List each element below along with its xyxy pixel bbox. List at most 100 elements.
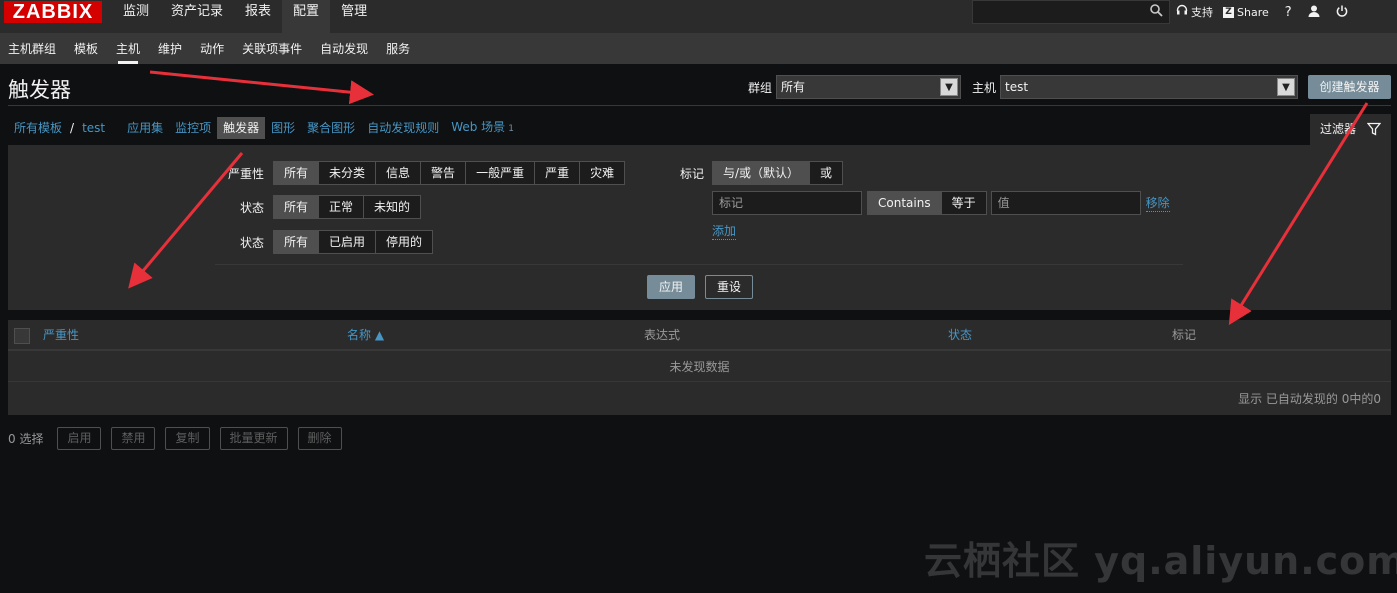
sub-menu-maintenance[interactable]: 维护 xyxy=(150,34,192,64)
filter-tab[interactable]: 过滤器 xyxy=(1310,114,1391,145)
breadcrumb-all-templates[interactable]: 所有模板 xyxy=(8,117,68,139)
tab-web-scenarios-label: Web 场景 xyxy=(451,120,506,134)
main-menu-inventory[interactable]: 资产记录 xyxy=(160,0,234,34)
sub-menu-services[interactable]: 服务 xyxy=(378,34,420,64)
sub-menu-actions[interactable]: 动作 xyxy=(192,34,234,64)
profile-link[interactable] xyxy=(1308,5,1320,20)
severity-option-information[interactable]: 信息 xyxy=(376,162,422,184)
tags-mode-or[interactable]: 或 xyxy=(810,162,843,184)
breadcrumb-host[interactable]: test xyxy=(76,117,111,139)
tab-web-scenarios[interactable]: Web 场景 1 xyxy=(445,116,520,140)
tag-value-input[interactable]: 值 xyxy=(990,191,1141,215)
severity-row: 严重性 所有 未分类 信息 警告 一般严重 严重 灾难 xyxy=(208,161,626,185)
group-select[interactable]: 所有 ▼ xyxy=(776,75,962,99)
tab-triggers[interactable]: 触发器 xyxy=(217,117,266,139)
severity-option-all[interactable]: 所有 xyxy=(274,162,320,184)
share-icon: Z xyxy=(1223,6,1234,18)
severity-option-disaster[interactable]: 灾难 xyxy=(580,162,625,184)
chevron-down-icon: ▼ xyxy=(1277,78,1296,96)
support-link[interactable]: 支持 xyxy=(1176,4,1213,20)
tag-operator-contains[interactable]: Contains xyxy=(868,192,942,214)
tab-graphs[interactable]: 图形 xyxy=(265,117,301,139)
table-footer-count: 显示 已自动发现的 0中的0 xyxy=(1238,392,1381,406)
tags-row: 标记 与/或（默认） 或 xyxy=(648,161,844,185)
zabbix-logo[interactable]: ZABBIX xyxy=(4,1,102,23)
tag-operator-segmented: Contains 等于 xyxy=(867,191,987,215)
severity-option-high[interactable]: 严重 xyxy=(535,162,581,184)
state-row: 状态 所有 正常 未知的 xyxy=(208,195,422,219)
tab-screens[interactable]: 聚合图形 xyxy=(301,117,361,139)
state-option-normal[interactable]: 正常 xyxy=(319,196,365,218)
filter-tab-label: 过滤器 xyxy=(1320,122,1357,136)
state-option-all[interactable]: 所有 xyxy=(274,196,320,218)
column-status[interactable]: 状态 xyxy=(948,320,972,351)
sub-menu-host-groups[interactable]: 主机群组 xyxy=(0,34,66,64)
headset-icon xyxy=(1176,4,1188,20)
tags-label: 标记 xyxy=(679,166,704,181)
status-option-disabled[interactable]: 停用的 xyxy=(376,231,433,253)
add-tag-link[interactable]: 添加 xyxy=(712,222,737,240)
status-option-enabled[interactable]: 已启用 xyxy=(319,231,377,253)
help-link[interactable]: ? xyxy=(1285,5,1292,20)
main-menu-monitoring[interactable]: 监测 xyxy=(112,0,160,34)
tab-items[interactable]: 监控项 xyxy=(169,117,217,139)
logout-link[interactable] xyxy=(1336,5,1348,20)
header-divider xyxy=(8,105,1391,106)
power-icon xyxy=(1336,5,1348,20)
enable-button[interactable]: 启用 xyxy=(57,427,102,450)
state-option-unknown[interactable]: 未知的 xyxy=(364,196,421,218)
breadcrumb: 所有模板 / test 应用集 监控项 触发器 图形 聚合图形 自动发现规则 W… xyxy=(8,117,520,139)
severity-option-warning[interactable]: 警告 xyxy=(421,162,467,184)
delete-button[interactable]: 删除 xyxy=(297,427,342,450)
tags-mode-and-or[interactable]: 与/或（默认） xyxy=(713,162,811,184)
status-option-all[interactable]: 所有 xyxy=(274,231,320,253)
sub-menu-hosts[interactable]: 主机 xyxy=(108,34,150,64)
main-menu-administration[interactable]: 管理 xyxy=(330,0,378,34)
watermark: 云栖社区 yq.aliyun.com xyxy=(924,539,1397,583)
column-severity[interactable]: 严重性 xyxy=(43,320,79,351)
tags-mode-segmented: 与/或（默认） 或 xyxy=(712,161,844,185)
mass-update-button[interactable]: 批量更新 xyxy=(219,427,288,450)
web-scenarios-count: 1 xyxy=(508,124,514,134)
sub-menu-templates[interactable]: 模板 xyxy=(66,34,108,64)
group-select-value: 所有 xyxy=(781,80,806,94)
create-trigger-button[interactable]: 创建触发器 xyxy=(1308,75,1391,99)
severity-option-not-classified[interactable]: 未分类 xyxy=(319,162,377,184)
main-menu-configuration[interactable]: 配置 xyxy=(282,0,331,34)
apply-button[interactable]: 应用 xyxy=(647,275,695,299)
copy-button[interactable]: 复制 xyxy=(165,427,210,450)
triggers-table: 严重性 名称 ▲ 表达式 状态 标记 未发现数据 显示 已自动发现的 0中的0 xyxy=(8,320,1391,415)
remove-tag-link[interactable]: 移除 xyxy=(1145,194,1170,212)
search-icon[interactable] xyxy=(1150,4,1163,21)
host-select[interactable]: test ▼ xyxy=(1000,75,1299,99)
tag-condition-row: 标记 Contains 等于 值 移除 xyxy=(712,191,1170,215)
severity-label: 严重性 xyxy=(227,166,264,181)
search-input[interactable] xyxy=(972,0,1170,24)
column-expression: 表达式 xyxy=(644,328,681,342)
group-filter: 群组 所有 ▼ xyxy=(748,75,962,99)
tag-operator-equals[interactable]: 等于 xyxy=(941,192,986,214)
status-label: 状态 xyxy=(239,235,264,250)
share-link[interactable]: Z Share xyxy=(1223,6,1269,19)
column-name[interactable]: 名称 ▲ xyxy=(347,320,384,351)
filter-icon xyxy=(1366,114,1382,145)
group-label: 群组 xyxy=(748,80,773,95)
column-tags: 标记 xyxy=(1172,328,1197,342)
main-menu-reports[interactable]: 报表 xyxy=(234,0,282,34)
tab-discovery-rules[interactable]: 自动发现规则 xyxy=(361,117,445,139)
disable-button[interactable]: 禁用 xyxy=(111,427,156,450)
add-tag-row: 添加 xyxy=(712,222,737,240)
sub-menu-discovery[interactable]: 自动发现 xyxy=(312,34,378,64)
filter-panel: 严重性 所有 未分类 信息 警告 一般严重 严重 灾难 状态 所有 正常 未知的… xyxy=(8,145,1391,310)
status-segmented: 所有 已启用 停用的 xyxy=(273,230,434,254)
select-all-checkbox[interactable] xyxy=(14,328,30,344)
selected-count: 0 选择 xyxy=(8,432,44,446)
severity-option-average[interactable]: 一般严重 xyxy=(466,162,536,184)
tag-name-input[interactable]: 标记 xyxy=(712,191,862,215)
breadcrumb-separator: / xyxy=(70,121,75,135)
tab-applications[interactable]: 应用集 xyxy=(121,117,169,139)
sub-menu-correlation[interactable]: 关联项事件 xyxy=(234,34,312,64)
host-filter: 主机 test ▼ xyxy=(972,75,1299,99)
reset-button[interactable]: 重设 xyxy=(705,275,753,299)
host-select-value: test xyxy=(1005,80,1029,94)
